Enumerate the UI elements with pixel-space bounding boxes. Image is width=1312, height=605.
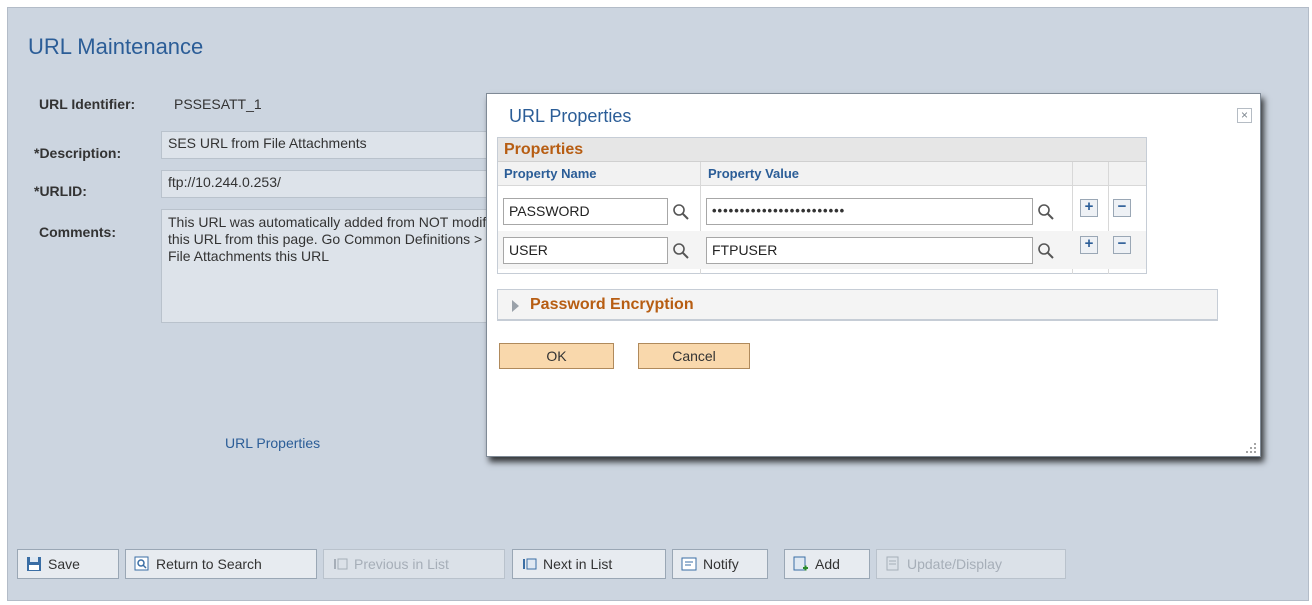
modal-title: URL Properties	[509, 106, 632, 126]
close-icon[interactable]: ×	[1237, 108, 1252, 123]
lookup-icon[interactable]	[672, 242, 690, 260]
property-name-input[interactable]: USER	[503, 237, 668, 264]
previous-in-list-label: Previous in List	[354, 556, 449, 572]
update-display-icon	[885, 556, 901, 572]
expand-arrow-icon[interactable]	[512, 300, 519, 312]
description-field[interactable]: SES URL from File Attachments	[161, 131, 501, 159]
grid-title: Properties	[504, 141, 584, 158]
add-label: Add	[815, 556, 840, 572]
page-title: URL Maintenance	[28, 34, 204, 59]
modal-header[interactable]: URL Properties ×	[487, 94, 1260, 138]
notify-label: Notify	[703, 556, 739, 572]
notify-button[interactable]: Notify	[672, 549, 768, 579]
password-encryption-section[interactable]: Password Encryption	[497, 289, 1218, 321]
next-in-list-icon	[521, 556, 537, 572]
url-identifier-value: PSSESATT_1	[174, 96, 262, 112]
update-display-label: Update/Display	[907, 556, 1002, 572]
add-row-button[interactable]: +	[1080, 236, 1098, 254]
urlid-field[interactable]: ftp://10.244.0.253/	[161, 170, 501, 198]
grid-title-bar: Properties	[498, 138, 1146, 162]
save-label: Save	[48, 556, 80, 572]
previous-in-list-icon	[332, 556, 348, 572]
lookup-icon[interactable]	[1037, 242, 1055, 260]
save-button[interactable]: Save	[17, 549, 119, 579]
comments-textarea[interactable]: This URL was automatically added from NO…	[161, 209, 501, 323]
update-display-button[interactable]: Update/Display	[876, 549, 1066, 579]
add-icon	[793, 556, 809, 572]
property-value-input[interactable]: FTPUSER	[706, 237, 1033, 264]
description-label: *Description:	[34, 145, 122, 161]
resize-grip-icon[interactable]	[1245, 441, 1257, 453]
column-header-row: Property Name Property Value	[498, 162, 1146, 186]
ok-button[interactable]: OK	[499, 343, 614, 369]
property-value-input[interactable]: ••••••••••••••••••••••••	[706, 198, 1033, 225]
comments-label: Comments:	[39, 224, 117, 240]
table-row: PASSWORD •••••••••••••••••••••••• + −	[498, 195, 1146, 233]
section-title: Password Encryption	[530, 296, 694, 313]
next-in-list-button[interactable]: Next in List	[512, 549, 666, 579]
col-header-property-name: Property Name	[504, 166, 597, 181]
lookup-icon[interactable]	[1037, 203, 1055, 221]
previous-in-list-button[interactable]: Previous in List	[323, 549, 505, 579]
url-properties-link[interactable]: URL Properties	[225, 435, 320, 451]
return-to-search-button[interactable]: Return to Search	[125, 549, 317, 579]
properties-grid: Properties Property Name Property Value …	[497, 137, 1147, 274]
next-in-list-label: Next in List	[543, 556, 613, 572]
return-to-search-icon	[134, 556, 150, 572]
add-button[interactable]: Add	[784, 549, 870, 579]
save-icon	[26, 556, 42, 572]
notify-icon	[681, 556, 697, 572]
urlid-label: *URLID:	[34, 183, 87, 199]
col-header-property-value: Property Value	[708, 166, 800, 181]
url-identifier-label: URL Identifier:	[39, 96, 136, 112]
cancel-button[interactable]: Cancel	[638, 343, 750, 369]
add-row-button[interactable]: +	[1080, 199, 1098, 217]
table-row: USER FTPUSER + −	[498, 231, 1146, 269]
lookup-icon[interactable]	[672, 203, 690, 221]
return-to-search-label: Return to Search	[156, 556, 262, 572]
property-name-input[interactable]: PASSWORD	[503, 198, 668, 225]
url-properties-modal: URL Properties × Properties Property Nam…	[486, 93, 1261, 457]
delete-row-button[interactable]: −	[1113, 236, 1131, 254]
delete-row-button[interactable]: −	[1113, 199, 1131, 217]
